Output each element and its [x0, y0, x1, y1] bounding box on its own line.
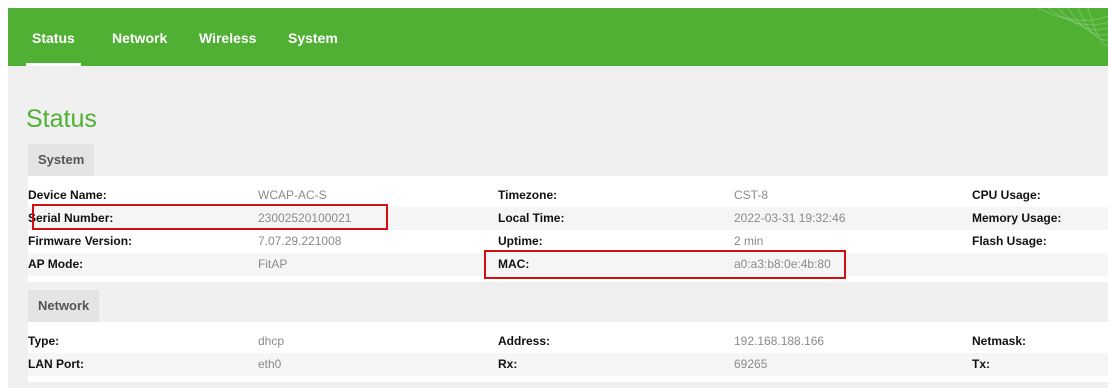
top-navbar: Status Network Wireless System — [8, 8, 1108, 66]
ap-mode-value: FitAP — [258, 257, 288, 271]
lan-port-label: LAN Port: — [28, 357, 84, 371]
uptime-label: Uptime: — [498, 234, 543, 248]
memory-usage-label: Memory Usage: — [972, 211, 1062, 225]
network-row: LAN Port: eth0 Rx: 69265 Tx: — [28, 353, 1108, 376]
nav-wireless[interactable]: Wireless — [199, 8, 256, 66]
rx-value: 69265 — [734, 357, 768, 371]
nav-status[interactable]: Status — [26, 8, 81, 66]
firmware-version-value: 7.07.29.221008 — [258, 234, 342, 248]
network-section-tab: Network — [28, 290, 100, 322]
tx-label: Tx: — [972, 357, 990, 371]
router-admin-page: Status Network Wireless System Status Sy… — [8, 8, 1108, 388]
timezone-label: Timezone: — [498, 188, 558, 202]
page-title: Status — [26, 105, 97, 133]
system-row: Firmware Version: 7.07.29.221008 Uptime:… — [28, 230, 1108, 253]
type-label: Type: — [28, 334, 60, 348]
uptime-value: 2 min — [734, 234, 764, 248]
serial-number-label: Serial Number: — [28, 211, 114, 225]
address-label: Address: — [498, 334, 551, 348]
nav-system[interactable]: System — [288, 8, 338, 66]
device-name-label: Device Name: — [28, 188, 107, 202]
lan-port-value: eth0 — [258, 357, 282, 371]
system-row: Serial Number: 23002520100021 Local Time… — [28, 207, 1108, 230]
local-time-label: Local Time: — [498, 211, 565, 225]
mac-label: MAC: — [498, 257, 530, 271]
device-name-value: WCAP-AC-S — [258, 188, 327, 202]
system-section-tab: System — [28, 144, 95, 176]
rx-label: Rx: — [498, 357, 518, 371]
system-row: AP Mode: FitAP MAC: a0:a3:b8:0e:4b:80 — [28, 253, 1108, 276]
nav-network[interactable]: Network — [112, 8, 167, 66]
timezone-value: CST-8 — [734, 188, 769, 202]
system-info-panel: Device Name: WCAP-AC-S Timezone: CST-8 C… — [28, 176, 1108, 282]
network-row: Type: dhcp Address: 192.168.188.166 Netm… — [28, 330, 1108, 353]
ap-mode-label: AP Mode: — [28, 257, 84, 271]
flash-usage-label: Flash Usage: — [972, 234, 1047, 248]
navbar-decoration — [1037, 8, 1108, 47]
local-time-value: 2022-03-31 19:32:46 — [734, 211, 846, 225]
mac-value: a0:a3:b8:0e:4b:80 — [734, 257, 831, 271]
serial-number-value: 23002520100021 — [258, 211, 352, 225]
firmware-version-label: Firmware Version: — [28, 234, 133, 248]
system-row: Device Name: WCAP-AC-S Timezone: CST-8 C… — [28, 184, 1108, 207]
cpu-usage-label: CPU Usage: — [972, 188, 1041, 202]
address-value: 192.168.188.166 — [734, 334, 825, 348]
netmask-label: Netmask: — [972, 334, 1027, 348]
type-value: dhcp — [258, 334, 285, 348]
network-info-panel: Type: dhcp Address: 192.168.188.166 Netm… — [28, 322, 1108, 382]
